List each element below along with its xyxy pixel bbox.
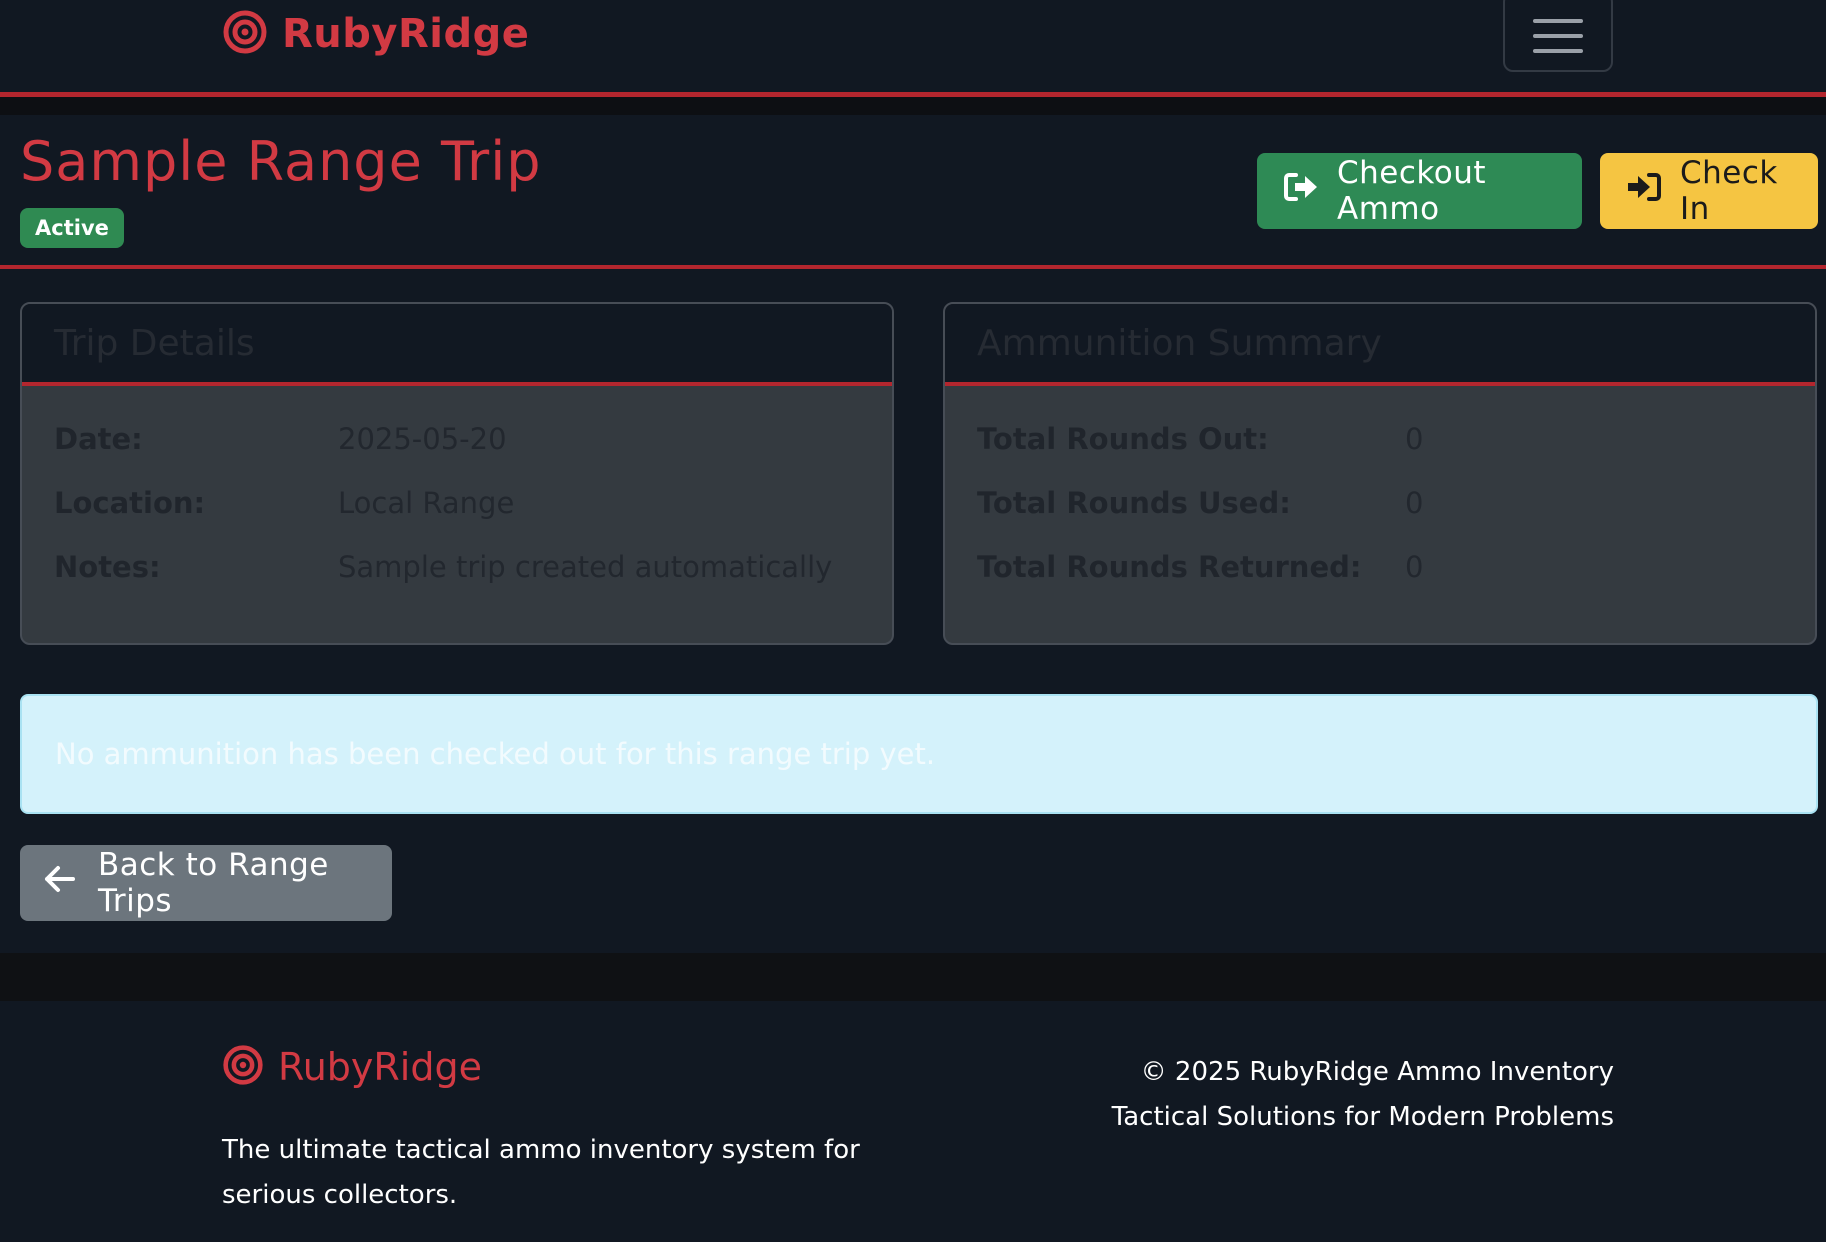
navbar-strip	[0, 97, 1826, 115]
bullseye-icon	[222, 9, 268, 59]
trip-details-card: Trip Details Date: 2025-05-20 Location: …	[20, 302, 894, 645]
rounds-used-value: 0	[1405, 486, 1424, 520]
info-alert-message: No ammunition has been checked out for t…	[55, 737, 936, 771]
trip-date-row: Date: 2025-05-20	[54, 422, 507, 456]
header-divider	[0, 265, 1826, 269]
rounds-returned-row: Total Rounds Returned: 0	[977, 550, 1423, 584]
hamburger-icon	[1533, 19, 1583, 23]
trip-notes-row: Notes: Sample trip created automatically	[54, 550, 832, 584]
trip-location-row: Location: Local Range	[54, 486, 514, 520]
footer-tagline: Tactical Solutions for Modern Problems	[1111, 1102, 1614, 1132]
brand-name: RubyRidge	[282, 11, 530, 57]
bullseye-icon	[222, 1044, 264, 1090]
check-in-label: Check In	[1680, 155, 1778, 227]
trip-date-label: Date:	[54, 422, 143, 456]
footer-strip	[0, 953, 1826, 1001]
rounds-used-label: Total Rounds Used:	[977, 486, 1291, 520]
rounds-returned-label: Total Rounds Returned:	[977, 550, 1362, 584]
rounds-out-label: Total Rounds Out:	[977, 422, 1269, 456]
status-badge: Active	[20, 208, 124, 248]
footer-meta: © 2025 RubyRidge Ammo Inventory Tactical…	[1112, 1050, 1614, 1140]
footer-brand: RubyRidge	[222, 1044, 482, 1090]
rounds-returned-value: 0	[1405, 550, 1424, 584]
rounds-out-value: 0	[1405, 422, 1424, 456]
trip-date-value: 2025-05-20	[338, 422, 507, 456]
footer-brand-name: RubyRidge	[278, 1045, 482, 1089]
check-in-button[interactable]: Check In	[1600, 153, 1818, 229]
back-label: Back to Range Trips	[98, 847, 329, 919]
trip-location-label: Location:	[54, 486, 206, 520]
navbar-brand[interactable]: RubyRidge	[222, 4, 529, 64]
ammo-summary-card: Ammunition Summary Total Rounds Out: 0 T…	[943, 302, 1817, 645]
page-title: Sample Range Trip	[20, 130, 542, 193]
footer-description: The ultimate tactical ammo inventory sys…	[222, 1135, 860, 1210]
sign-in-icon	[1626, 171, 1662, 211]
trip-details-title: Trip Details	[22, 304, 892, 386]
top-navbar: RubyRidge	[0, 0, 1826, 92]
trip-location-value: Local Range	[338, 486, 515, 520]
trip-notes-value: Sample trip created automatically	[338, 550, 833, 584]
trip-notes-label: Notes:	[54, 550, 161, 584]
rounds-used-row: Total Rounds Used: 0	[977, 486, 1423, 520]
ammo-summary-title: Ammunition Summary	[945, 304, 1815, 386]
rounds-out-row: Total Rounds Out: 0	[977, 422, 1423, 456]
navbar-toggle-button[interactable]	[1503, 0, 1613, 72]
info-alert: No ammunition has been checked out for t…	[20, 694, 1818, 814]
back-to-range-trips-button[interactable]: Back to Range Trips	[20, 845, 392, 921]
arrow-left-icon	[44, 865, 76, 901]
checkout-ammo-button[interactable]: Checkout Ammo	[1257, 153, 1582, 229]
checkout-ammo-label: Checkout Ammo	[1337, 155, 1487, 227]
sign-out-icon	[1283, 171, 1319, 211]
footer-copyright: © 2025 RubyRidge Ammo Inventory	[1140, 1057, 1614, 1087]
